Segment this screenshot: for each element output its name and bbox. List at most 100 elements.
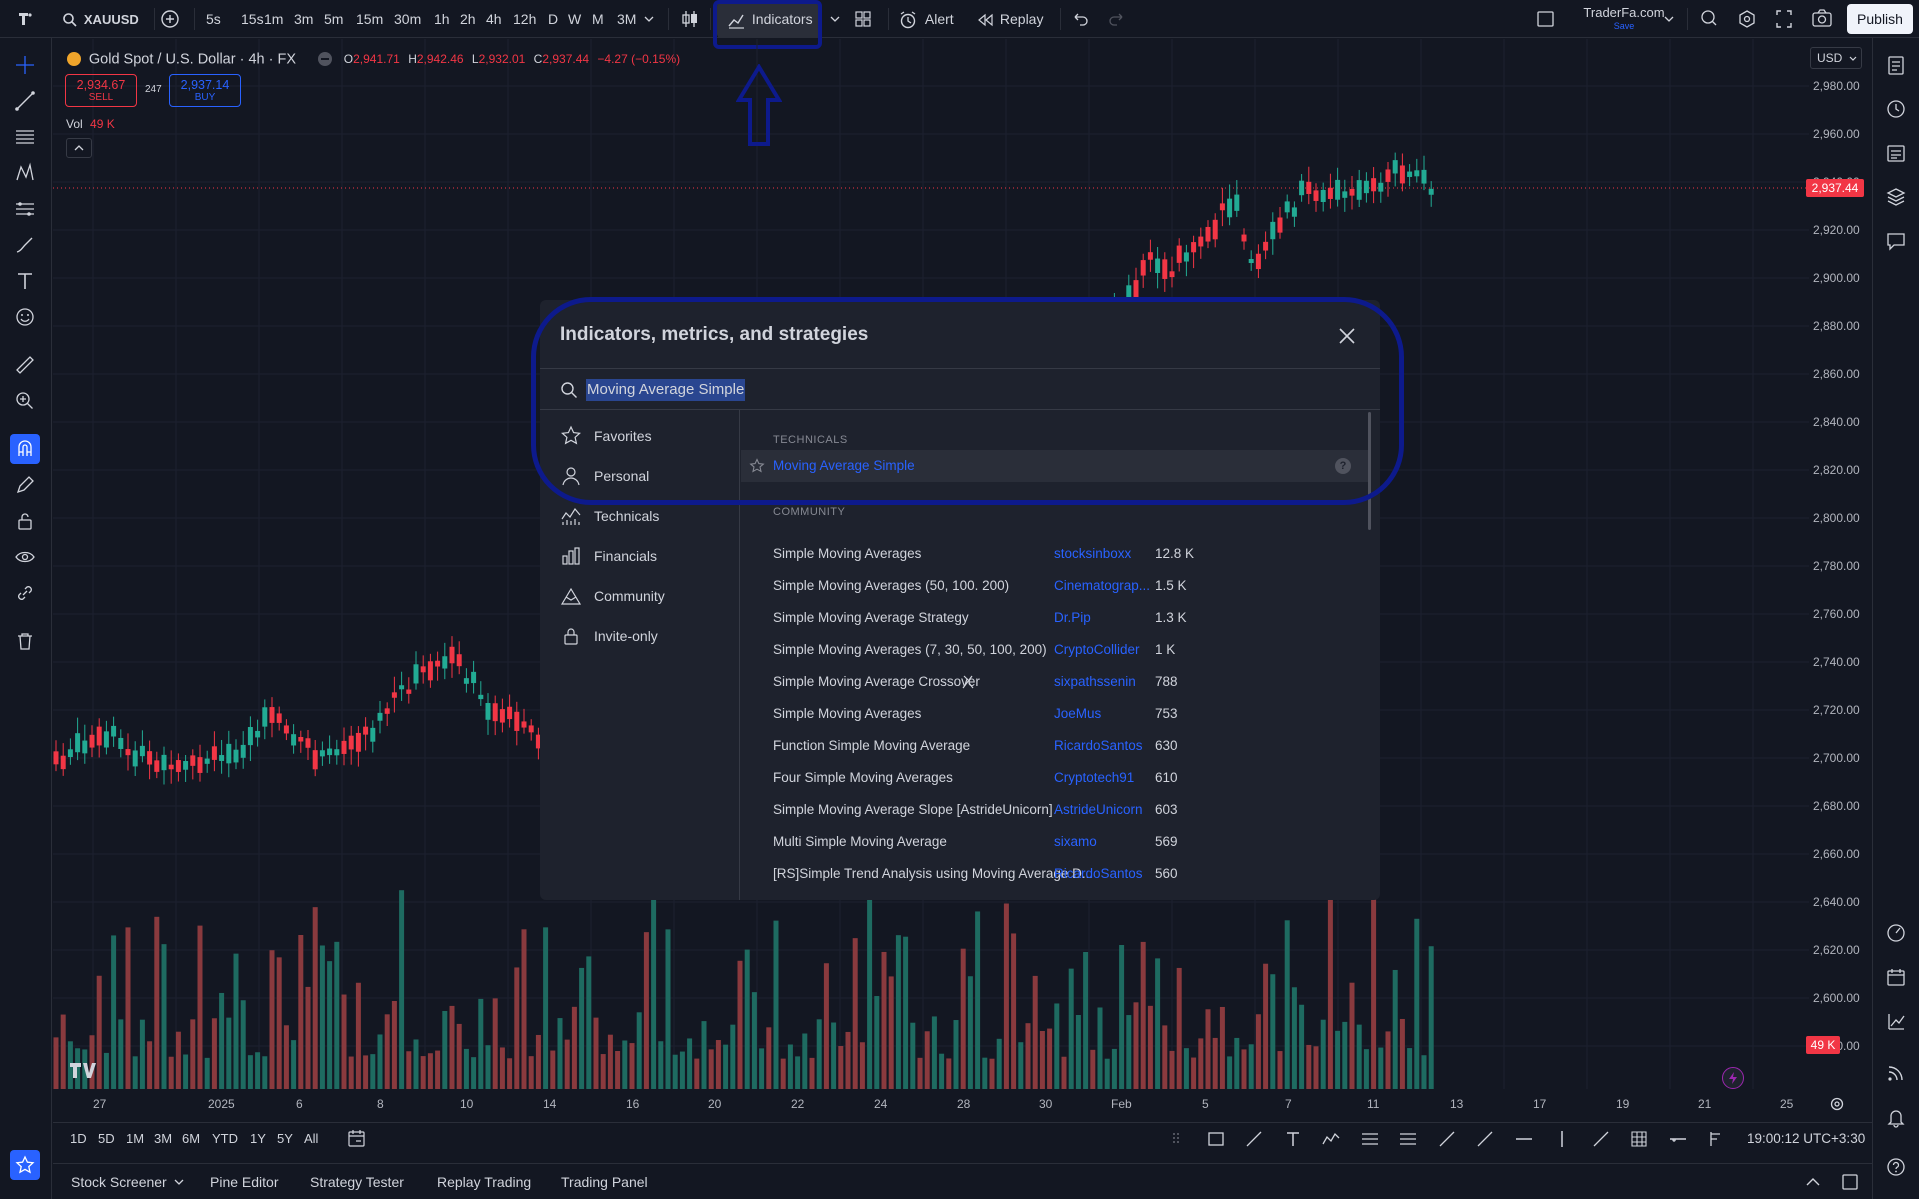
text-tool[interactable] [10, 266, 40, 296]
range-6m[interactable]: 6M [182, 1123, 200, 1155]
calendar-button[interactable] [1881, 962, 1911, 992]
crosshair-tool[interactable] [10, 50, 40, 80]
fib-channel-icon[interactable] [1398, 1129, 1418, 1149]
stay-drawing-tool[interactable] [10, 470, 40, 500]
panel-tab-pine-editor[interactable]: Pine Editor [210, 1164, 278, 1199]
settings-button[interactable] [1737, 0, 1757, 38]
brush-tool[interactable] [10, 230, 40, 260]
ray-icon[interactable] [1668, 1129, 1688, 1149]
script-author[interactable]: stocksinboxx [1054, 546, 1152, 561]
timeframe-4h[interactable]: 4h [486, 0, 502, 38]
range-5d[interactable]: 5D [98, 1123, 115, 1155]
clock-timezone[interactable]: 19:00:12 UTC+3:30 [1747, 1123, 1865, 1155]
script-author[interactable]: The_Caretaker [1054, 898, 1152, 900]
compare-symbol-button[interactable] [160, 0, 180, 38]
community-result-row[interactable]: Multi Simple Moving Average sixamo 569 [741, 826, 1371, 858]
script-author[interactable]: Cinematograp... [1054, 578, 1152, 593]
sync-drawings-tool[interactable] [10, 578, 40, 608]
timeframe-1h[interactable]: 1h [434, 0, 450, 38]
script-author[interactable]: sixamo [1054, 834, 1152, 849]
timeframe-3m[interactable]: 3m [294, 0, 313, 38]
collapse-legend-button[interactable] [66, 138, 92, 158]
timeframe-5s[interactable]: 5s [206, 0, 221, 38]
replay-button[interactable]: Replay [977, 0, 1043, 38]
arrow-icon[interactable] [1591, 1129, 1611, 1149]
community-result-row[interactable]: Simple Moving Average Slope [AstrideUnic… [741, 794, 1371, 826]
indicators-dropdown[interactable] [829, 0, 841, 38]
range-5y[interactable]: 5Y [277, 1123, 293, 1155]
maximize-panel-button[interactable] [1840, 1164, 1860, 1199]
pine-button[interactable] [1881, 1006, 1911, 1036]
timeframe-30m[interactable]: 30m [394, 0, 421, 38]
brush-icon[interactable] [1475, 1129, 1495, 1149]
alerts-button[interactable] [1881, 94, 1911, 124]
grid-icon[interactable] [1629, 1129, 1649, 1149]
object-tree-button[interactable] [1881, 182, 1911, 212]
undo-button[interactable] [1070, 0, 1090, 38]
path-icon[interactable] [1321, 1129, 1341, 1149]
community-result-row[interactable]: Simple Moving Averages (7, 30, 50, 100, … [741, 634, 1371, 666]
community-result-row[interactable]: Simple Moving Averages stocksinboxx 12.8 K [741, 538, 1371, 570]
watchlist-button[interactable] [1881, 50, 1911, 80]
timeframe-D[interactable]: D [548, 0, 558, 38]
chevron-down-icon[interactable] [173, 1164, 185, 1199]
community-result-row[interactable]: Simple Moving Average Crossover sixpathss… [741, 666, 1371, 698]
chart-type-button[interactable] [680, 0, 700, 38]
script-author[interactable]: RicardoSantos [1054, 738, 1152, 753]
timeframe-2h[interactable]: 2h [460, 0, 476, 38]
account-dropdown[interactable] [1663, 0, 1675, 38]
hide-drawings-tool[interactable] [10, 542, 40, 572]
vertical-line-icon[interactable] [1552, 1129, 1572, 1149]
community-result-row[interactable]: Anticipated Simple Moving Average Crosso… [741, 890, 1371, 900]
go-to-realtime-button[interactable] [1722, 1067, 1744, 1089]
panel-tab-strategy-tester[interactable]: Strategy Tester [310, 1164, 404, 1199]
sell-button[interactable]: 2,934.67 SELL [65, 74, 137, 107]
alert-button[interactable]: Alert [898, 0, 954, 38]
range-ytd[interactable]: YTD [212, 1123, 238, 1155]
forecast-tool[interactable] [10, 194, 40, 224]
layout-checkbox[interactable] [1536, 0, 1556, 38]
symbol-search-button[interactable]: XAUUSD [62, 0, 139, 38]
measure-tool[interactable] [10, 350, 40, 380]
timeframe-1m[interactable]: 1m [264, 0, 283, 38]
category-financials[interactable]: Financials [540, 536, 739, 576]
timeframe-dropdown[interactable] [643, 0, 655, 38]
notifications-button[interactable] [1881, 1102, 1911, 1132]
community-result-row[interactable]: [RS]Simple Trend Analysis using Moving A… [741, 858, 1371, 890]
chart-settings-button[interactable] [1829, 1096, 1845, 1112]
range-3m[interactable]: 3M [154, 1123, 172, 1155]
panel-tab-replay-trading[interactable]: Replay Trading [437, 1164, 531, 1199]
range-1m[interactable]: 1M [126, 1123, 144, 1155]
panel-tab-stock-screener[interactable]: Stock Screener [71, 1164, 167, 1199]
symbol-title[interactable]: Gold Spot / U.S. Dollar · 4h · FX [89, 51, 296, 67]
chats-button[interactable] [1881, 226, 1911, 256]
community-result-row[interactable]: Function Simple Moving Average RicardoSan… [741, 730, 1371, 762]
timeframe-12h[interactable]: 12h [513, 0, 536, 38]
snapshot-button[interactable] [1811, 0, 1833, 38]
pattern-tool[interactable] [10, 158, 40, 188]
long-position-icon[interactable] [1706, 1129, 1726, 1149]
indicators-button[interactable]: Indicators [727, 0, 813, 38]
timeframe-5m[interactable]: 5m [324, 0, 343, 38]
trend-line-tool[interactable] [10, 86, 40, 116]
minus-circle-icon[interactable] [317, 52, 332, 67]
community-result-row[interactable]: Simple Moving Averages (50, 100. 200) Cin… [741, 570, 1371, 602]
favorites-toolbar-button[interactable] [10, 1150, 40, 1180]
quick-search-button[interactable] [1699, 0, 1719, 38]
fib-tool[interactable] [10, 122, 40, 152]
line-icon[interactable] [1244, 1129, 1264, 1149]
help-button[interactable] [1881, 1152, 1911, 1182]
community-result-row[interactable]: Simple Moving Average Strategy Dr.Pip 1.3 … [741, 602, 1371, 634]
remove-drawings-tool[interactable] [10, 626, 40, 656]
timeframe-W[interactable]: W [568, 0, 581, 38]
timeframe-3M[interactable]: 3M [617, 0, 636, 38]
script-author[interactable]: JoeMus [1054, 706, 1152, 721]
streams-button[interactable] [1881, 1058, 1911, 1088]
category-community[interactable]: Community [540, 576, 739, 616]
fullscreen-button[interactable] [1774, 0, 1794, 38]
script-author[interactable]: sixpathssenin [1054, 674, 1152, 689]
data-window-button[interactable] [1881, 138, 1911, 168]
category-invite-only[interactable]: Invite-only [540, 616, 739, 656]
magnet-tool[interactable] [10, 434, 40, 464]
currency-selector[interactable]: USD [1810, 47, 1862, 69]
